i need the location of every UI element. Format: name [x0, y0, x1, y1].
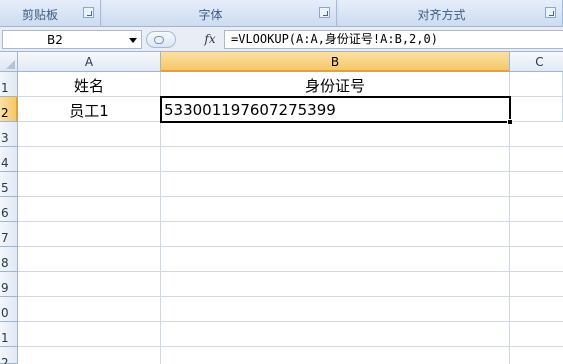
- alignment-group-label: 对齐方式: [417, 8, 466, 22]
- fill-handle[interactable]: [507, 119, 513, 125]
- splitter-grip-icon: [154, 36, 164, 44]
- row-header-9[interactable]: 9: [0, 272, 18, 297]
- cell-b2[interactable]: 533001197607275399: [160, 96, 511, 123]
- chevron-down-icon[interactable]: [129, 38, 137, 43]
- cell-c2[interactable]: [510, 97, 563, 122]
- row-header-1[interactable]: 1: [0, 72, 18, 97]
- row-header-12[interactable]: 2: [0, 347, 18, 364]
- cell-b1[interactable]: 身份证号: [161, 72, 510, 97]
- row-header-6[interactable]: 6: [0, 197, 18, 222]
- row-header-11[interactable]: 1: [0, 322, 18, 347]
- select-all-button[interactable]: [0, 52, 18, 72]
- column-header-a[interactable]: A: [18, 52, 161, 72]
- empty-grid[interactable]: [18, 122, 563, 364]
- clipboard-group-label: 剪贴板: [21, 8, 58, 22]
- font-dialog-launcher-icon[interactable]: [319, 7, 330, 18]
- font-group-label: 字体: [198, 8, 223, 22]
- alignment-dialog-launcher-icon[interactable]: [545, 7, 556, 18]
- row-header-4[interactable]: 4: [0, 147, 18, 172]
- cell-a2[interactable]: 员工1: [18, 97, 161, 122]
- ribbon-group-clipboard: 剪贴板: [0, 0, 101, 26]
- cell-c1[interactable]: [510, 72, 563, 97]
- name-box-value: B2: [47, 33, 63, 47]
- clipboard-dialog-launcher-icon[interactable]: [83, 7, 94, 18]
- column-header-row: A B C: [0, 52, 563, 72]
- row-header-5[interactable]: 5: [0, 172, 18, 197]
- row-header-8[interactable]: 8: [0, 247, 18, 272]
- ribbon-group-bar: 剪贴板 字体 对齐方式: [0, 0, 563, 27]
- row-header-3[interactable]: 3: [0, 122, 18, 147]
- row-header-10[interactable]: 0: [0, 297, 18, 322]
- column-header-b[interactable]: B: [161, 52, 510, 72]
- ribbon-group-font: 字体: [103, 0, 337, 26]
- column-header-c[interactable]: C: [510, 52, 563, 72]
- cell-a1[interactable]: 姓名: [18, 72, 161, 97]
- name-box[interactable]: B2: [2, 30, 142, 49]
- row-header-7[interactable]: 7: [0, 222, 18, 247]
- formula-bar-splitter[interactable]: [146, 31, 176, 48]
- formula-bar: B2 fx =VLOOKUP(A:A,身份证号!A:B,2,0): [0, 27, 563, 52]
- insert-function-button[interactable]: fx: [201, 31, 219, 48]
- row-header-2[interactable]: 2: [0, 97, 18, 122]
- formula-input[interactable]: =VLOOKUP(A:A,身份证号!A:B,2,0): [224, 30, 563, 49]
- ribbon-group-alignment: 对齐方式: [339, 0, 563, 26]
